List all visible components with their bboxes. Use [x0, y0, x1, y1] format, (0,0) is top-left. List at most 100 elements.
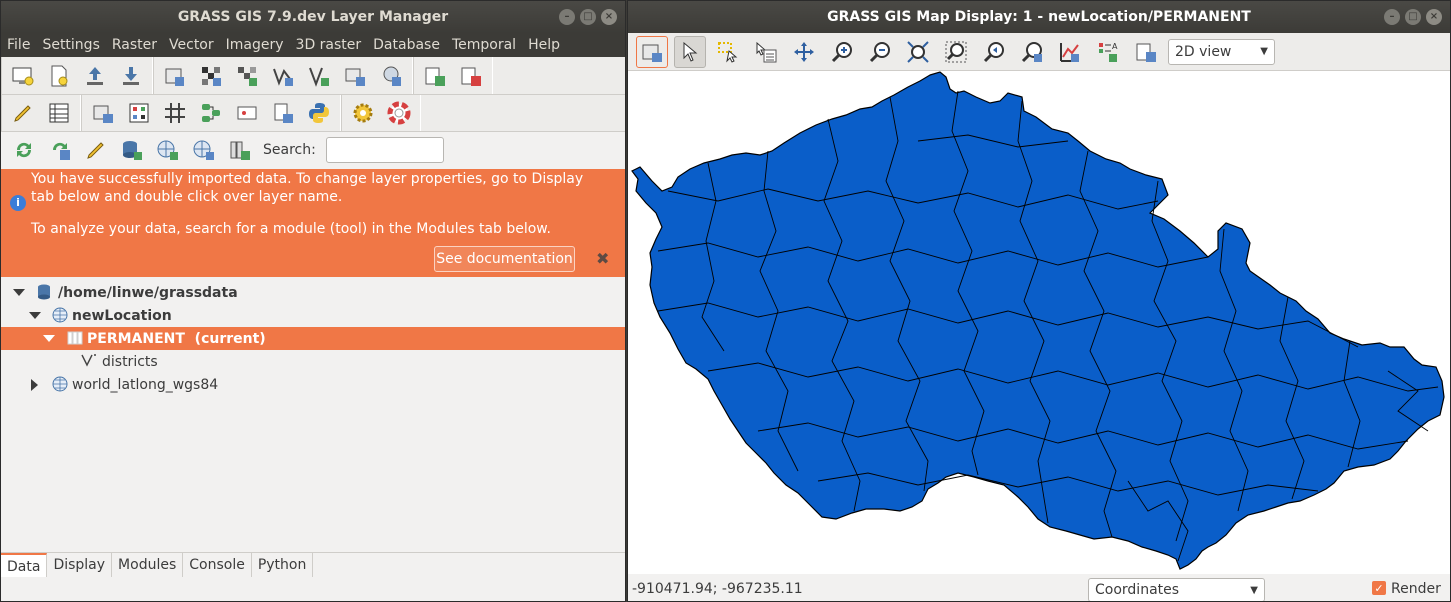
- new-map-display-icon[interactable]: [8, 61, 38, 91]
- collapse-arrow-icon[interactable]: [31, 379, 38, 391]
- window-controls: – □ ×: [1384, 9, 1442, 25]
- query-icon[interactable]: [750, 36, 782, 68]
- menu-file[interactable]: File: [7, 37, 30, 53]
- tab-data[interactable]: Data: [1, 553, 48, 577]
- view-mode-select[interactable]: 2D view ▼: [1168, 38, 1275, 65]
- command-console-icon[interactable]: [88, 98, 118, 128]
- add-command-layer-icon[interactable]: [420, 61, 450, 91]
- add-group-icon[interactable]: [340, 61, 370, 91]
- location-name: newLocation: [72, 307, 172, 324]
- menu-vector[interactable]: Vector: [169, 37, 214, 53]
- gcp-manager-icon[interactable]: [268, 98, 298, 128]
- tree-item-layer[interactable]: districts: [1, 350, 625, 373]
- tab-modules[interactable]: Modules: [112, 553, 184, 577]
- zoom-to-extent-icon[interactable]: [902, 36, 934, 68]
- zoom-back-icon[interactable]: [978, 36, 1010, 68]
- zoom-in-icon[interactable]: [826, 36, 858, 68]
- minimize-button[interactable]: –: [559, 9, 575, 25]
- add-vector-misc-icon[interactable]: [304, 61, 334, 91]
- tab-display[interactable]: Display: [47, 553, 113, 577]
- save-display-icon[interactable]: [1130, 36, 1162, 68]
- tree-item-other-location[interactable]: world_latlong_wgs84: [1, 373, 625, 396]
- create-database-icon[interactable]: [117, 135, 147, 165]
- attribute-table-icon[interactable]: [44, 98, 74, 128]
- search-label: Search:: [263, 142, 316, 158]
- close-button[interactable]: ×: [1426, 9, 1442, 25]
- remove-layer-icon[interactable]: [456, 61, 486, 91]
- add-map-layers-icon[interactable]: [160, 61, 190, 91]
- render-checkbox[interactable]: ✓: [1372, 581, 1386, 595]
- create-location-wizard-icon[interactable]: [189, 135, 219, 165]
- calculator-icon[interactable]: [124, 98, 154, 128]
- select-features-icon[interactable]: [712, 36, 744, 68]
- menu-settings[interactable]: Settings: [42, 37, 99, 53]
- maximize-button[interactable]: □: [580, 9, 596, 25]
- maximize-button[interactable]: □: [1405, 9, 1421, 25]
- pan-icon[interactable]: [788, 36, 820, 68]
- menu-raster[interactable]: Raster: [112, 37, 157, 53]
- layer-manager-titlebar[interactable]: GRASS GIS 7.9.dev Layer Manager – □ ×: [1, 1, 625, 33]
- add-overlay-icon[interactable]: [376, 61, 406, 91]
- grid-icon[interactable]: [160, 98, 190, 128]
- map-display-titlebar[interactable]: GRASS GIS Map Display: 1 - newLocation/P…: [628, 1, 1450, 33]
- info-message: You have successfully imported data. To …: [31, 171, 584, 205]
- expand-arrow-icon[interactable]: [43, 335, 55, 342]
- add-vector-icon[interactable]: [268, 61, 298, 91]
- toolbar-group-digitize: [1, 95, 81, 131]
- map-display-window: GRASS GIS Map Display: 1 - newLocation/P…: [627, 0, 1451, 602]
- menu-3d-raster[interactable]: 3D raster: [296, 37, 362, 53]
- see-documentation-button[interactable]: See documentation: [434, 246, 575, 272]
- settings-gear-icon[interactable]: [348, 98, 378, 128]
- expand-arrow-icon[interactable]: [13, 289, 25, 296]
- display-map-icon[interactable]: [636, 35, 668, 68]
- toolbar-group-help: [341, 95, 421, 131]
- new-workspace-icon[interactable]: [44, 61, 74, 91]
- add-raster-icon[interactable]: [196, 61, 226, 91]
- data-catalog-tree: /home/linwe/grassdata newLocation PERMAN…: [1, 281, 625, 396]
- modeler-icon[interactable]: [196, 98, 226, 128]
- georectifier-icon[interactable]: [232, 98, 262, 128]
- reload-icon[interactable]: [9, 135, 39, 165]
- zoom-menu-icon[interactable]: [1016, 36, 1048, 68]
- database-path: /home/linwe/grassdata: [58, 284, 238, 301]
- add-raster-misc-icon[interactable]: [232, 61, 262, 91]
- save-workspace-icon[interactable]: [116, 61, 146, 91]
- zoom-region-icon[interactable]: [940, 36, 972, 68]
- tab-console[interactable]: Console: [183, 553, 252, 577]
- pencil-icon[interactable]: [8, 98, 38, 128]
- info-hint: To analyze your data, search for a modul…: [31, 221, 551, 237]
- tools-toolbar: [1, 95, 625, 132]
- minimize-button[interactable]: –: [1384, 9, 1400, 25]
- menu-imagery[interactable]: Imagery: [226, 37, 284, 53]
- reload-mapset-icon[interactable]: [45, 135, 75, 165]
- tree-item-location[interactable]: newLocation: [1, 304, 625, 327]
- create-location-icon[interactable]: [153, 135, 183, 165]
- open-workspace-icon[interactable]: [80, 61, 110, 91]
- analyze-map-icon[interactable]: [1054, 36, 1086, 68]
- coordinates-readout: -910471.94; -967235.11: [632, 580, 803, 597]
- database-icon: [37, 284, 51, 304]
- menu-help[interactable]: Help: [528, 37, 560, 53]
- tree-item-database[interactable]: /home/linwe/grassdata: [1, 281, 625, 304]
- expand-arrow-icon[interactable]: [29, 312, 41, 319]
- zoom-out-icon[interactable]: [864, 36, 896, 68]
- statusbar-mode-select[interactable]: Coordinates ▼: [1088, 578, 1265, 601]
- chevron-down-icon: ▼: [1250, 584, 1258, 596]
- help-lifebuoy-icon[interactable]: [384, 98, 414, 128]
- tree-item-mapset-selected[interactable]: PERMANENT (current): [1, 327, 625, 350]
- create-mapset-icon[interactable]: [225, 135, 255, 165]
- pointer-icon[interactable]: [674, 35, 706, 68]
- menu-temporal[interactable]: Temporal: [452, 37, 516, 53]
- menu-database[interactable]: Database: [373, 37, 440, 53]
- close-info-icon[interactable]: ✖: [596, 249, 609, 268]
- map-canvas[interactable]: [628, 71, 1450, 574]
- close-button[interactable]: ×: [601, 9, 617, 25]
- czech-republic-districts-shape: [631, 71, 1445, 570]
- python-icon[interactable]: [304, 98, 334, 128]
- tab-python[interactable]: Python: [252, 553, 314, 577]
- edit-pencil-icon[interactable]: [81, 135, 111, 165]
- vector-layer-icon: [81, 353, 99, 371]
- search-input[interactable]: [325, 137, 444, 163]
- chevron-down-icon: ▼: [1260, 46, 1268, 57]
- map-decorations-icon[interactable]: A: [1092, 36, 1124, 68]
